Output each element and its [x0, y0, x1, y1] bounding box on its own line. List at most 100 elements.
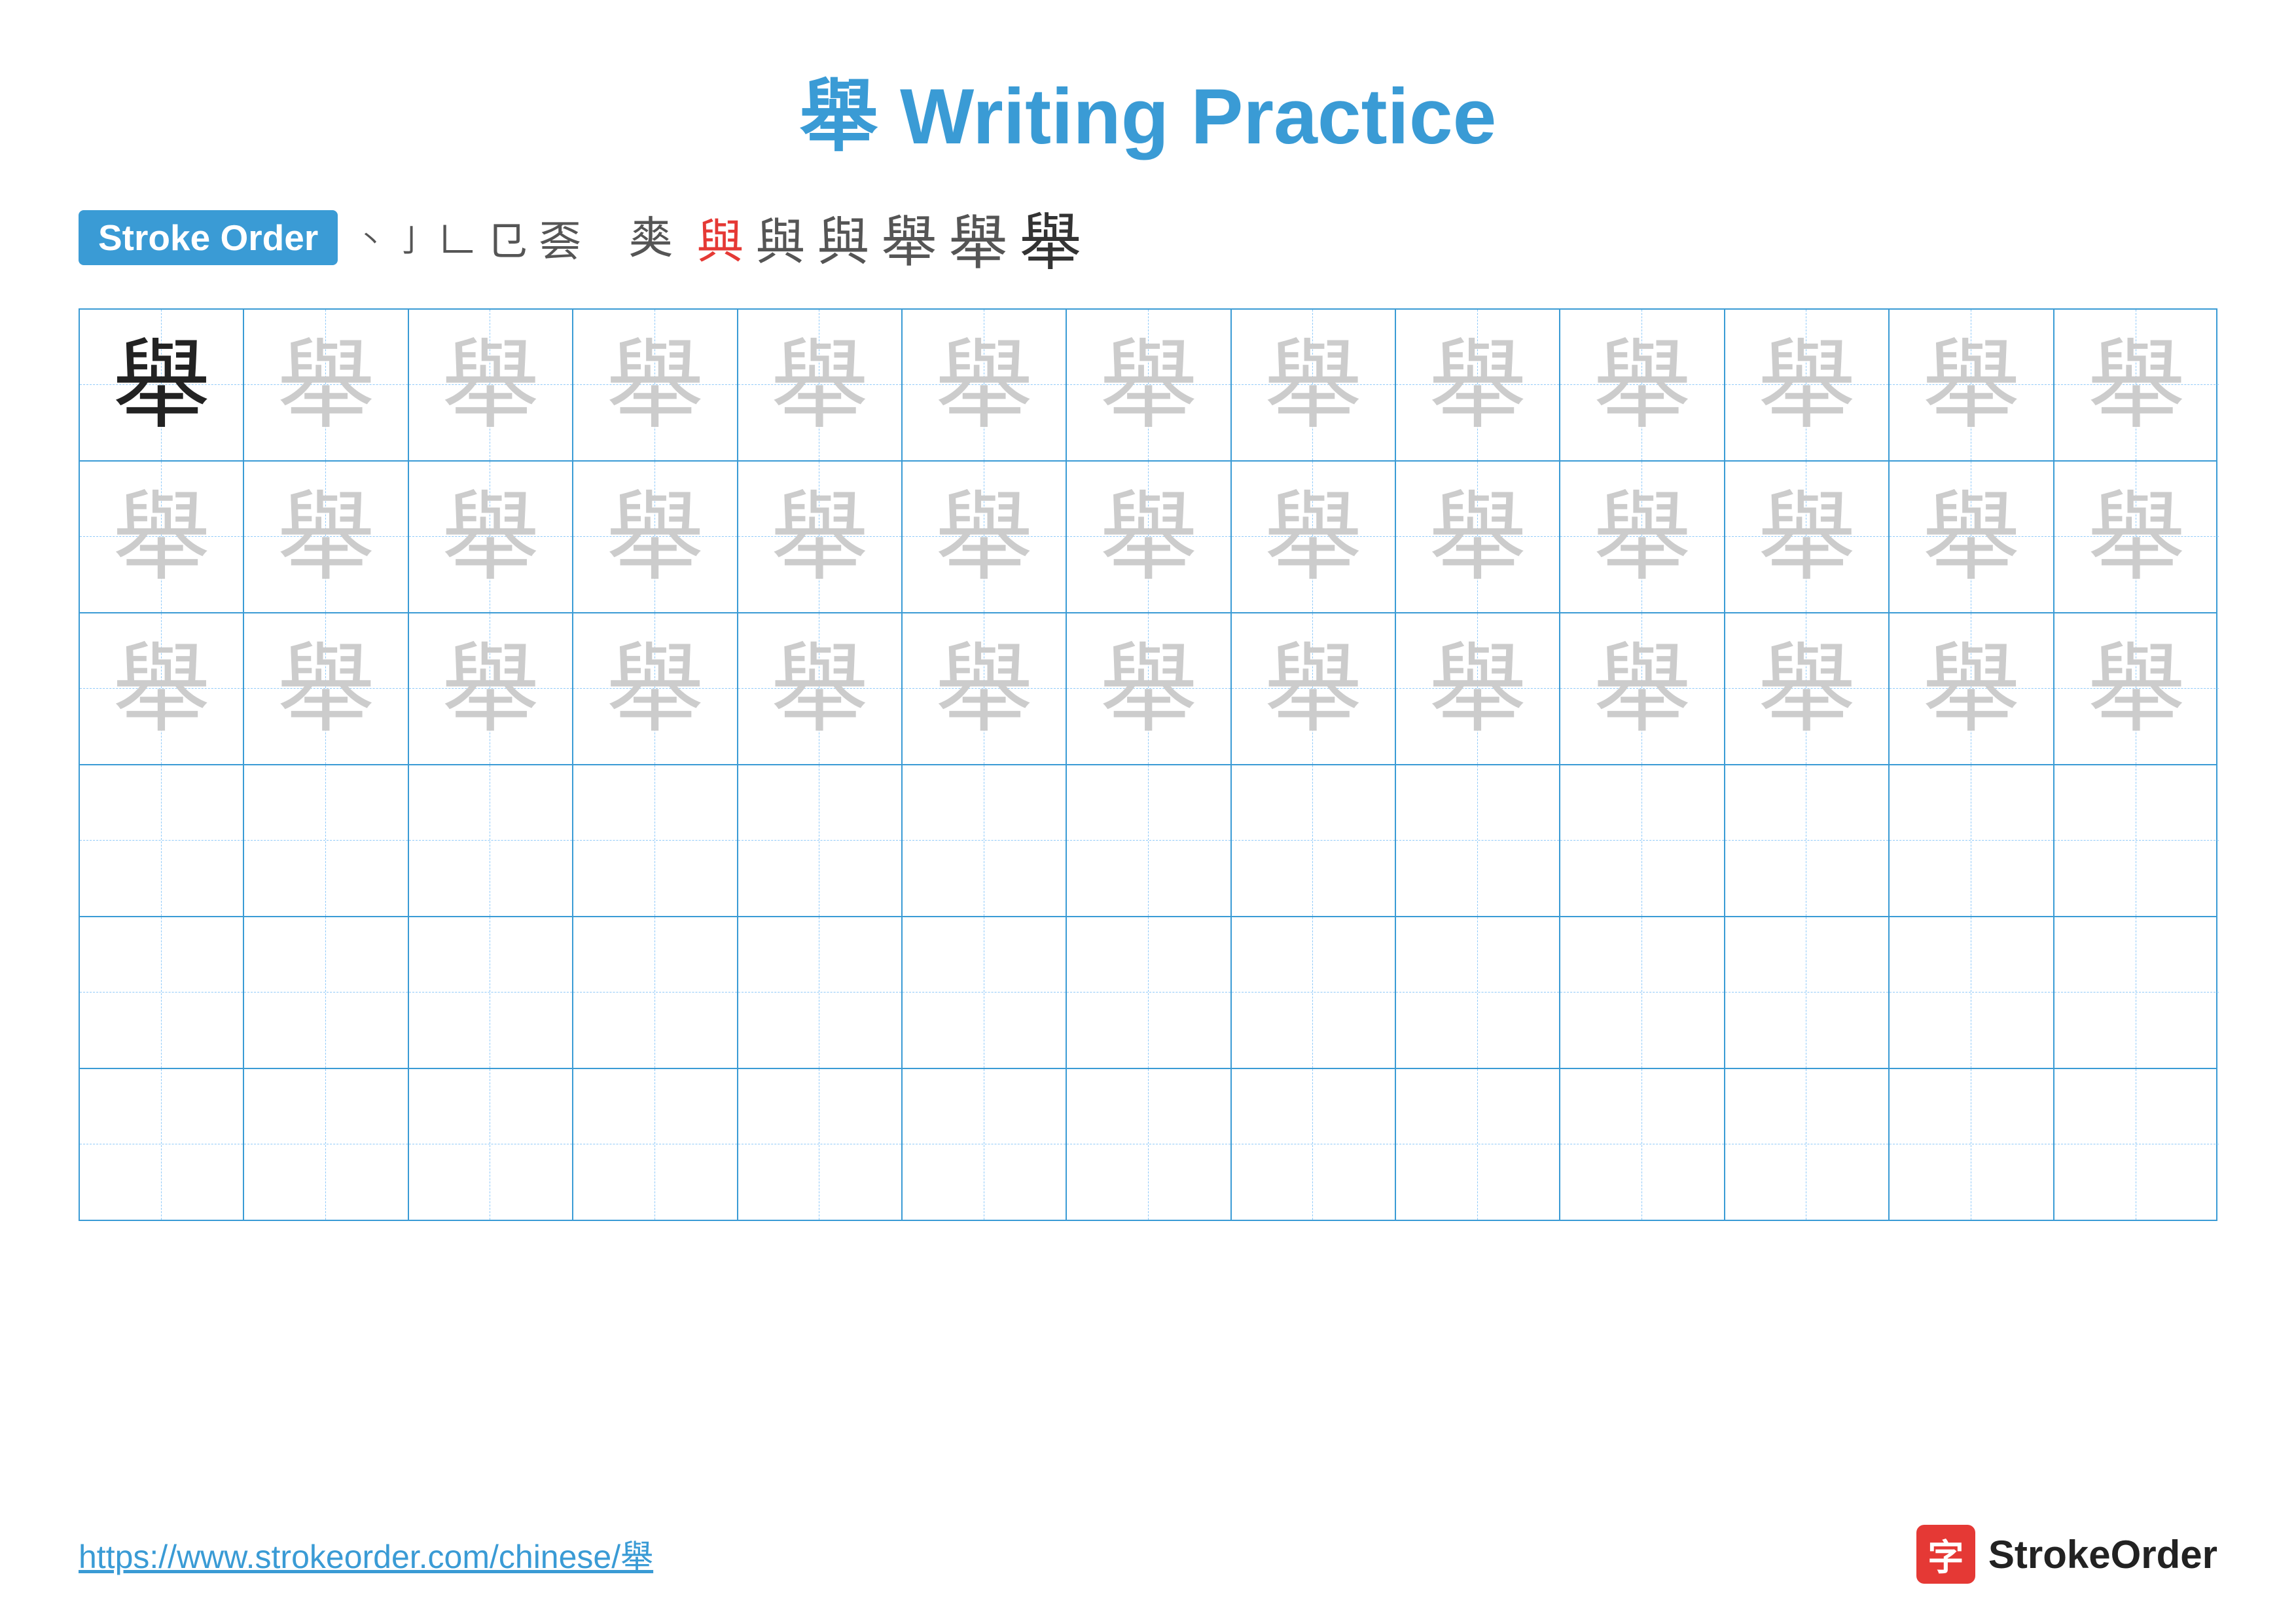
- grid-cell-r1c6: 舉: [903, 310, 1067, 460]
- grid-cell-r4c9[interactable]: [1396, 765, 1560, 916]
- char-light: 舉: [277, 336, 375, 434]
- grid-cell-r4c11[interactable]: [1725, 765, 1890, 916]
- grid-cell-r4c4[interactable]: [573, 765, 738, 916]
- stroke-5: 𠀾: [539, 207, 581, 268]
- stroke-15: 舉: [948, 195, 1007, 280]
- grid-cell-r5c1[interactable]: [80, 917, 244, 1068]
- grid-row-6: [80, 1069, 2216, 1220]
- grid-cell-r4c7[interactable]: [1067, 765, 1231, 916]
- grid-cell-r1c10: 舉: [1560, 310, 1725, 460]
- grid-cell-r3c10: 舉: [1560, 613, 1725, 764]
- char-light: 舉: [1264, 336, 1362, 434]
- page-title: 舉 Writing Practice: [0, 0, 2296, 192]
- grid-cell-r2c13: 舉: [2054, 462, 2219, 612]
- grid-cell-r6c6[interactable]: [903, 1069, 1067, 1220]
- char-light: 舉: [606, 336, 704, 434]
- grid-cell-r4c13[interactable]: [2054, 765, 2219, 916]
- grid-cell-r3c11: 舉: [1725, 613, 1890, 764]
- practice-grid: 舉 舉 舉 舉 舉 舉 舉 舉 舉 舉 舉 舉: [79, 308, 2217, 1221]
- title-label: Writing Practice: [900, 73, 1496, 160]
- footer-logo: 字 StrokeOrder: [1916, 1525, 2217, 1584]
- footer: https://www.strokeorder.com/chinese/舉 字 …: [79, 1525, 2217, 1584]
- grid-cell-r4c12[interactable]: [1890, 765, 2054, 916]
- grid-cell-r2c6: 舉: [903, 462, 1067, 612]
- grid-cell-r6c4[interactable]: [573, 1069, 738, 1220]
- grid-cell-r6c11[interactable]: [1725, 1069, 1890, 1220]
- grid-cell-r6c1[interactable]: [80, 1069, 244, 1220]
- grid-cell-r5c3[interactable]: [409, 917, 573, 1068]
- grid-cell-r3c4: 舉: [573, 613, 738, 764]
- grid-cell-r2c8: 舉: [1232, 462, 1396, 612]
- grid-cell-r5c7[interactable]: [1067, 917, 1231, 1068]
- grid-row-5: [80, 917, 2216, 1069]
- grid-cell-r2c10: 舉: [1560, 462, 1725, 612]
- logo-char: 字: [1928, 1528, 1964, 1580]
- grid-cell-r1c11: 舉: [1725, 310, 1890, 460]
- grid-cell-r5c2[interactable]: [244, 917, 408, 1068]
- grid-cell-r4c10[interactable]: [1560, 765, 1725, 916]
- stroke-order-badge: Stroke Order: [79, 210, 338, 265]
- char-light: 舉: [1922, 336, 2020, 434]
- char-dark: 舉: [113, 336, 211, 434]
- grid-cell-r6c3[interactable]: [409, 1069, 573, 1220]
- stroke-3: 𠃊: [439, 211, 475, 264]
- grid-cell-r6c2[interactable]: [244, 1069, 408, 1220]
- grid-cell-r3c12: 舉: [1890, 613, 2054, 764]
- char-light: 舉: [1757, 336, 1856, 434]
- footer-url[interactable]: https://www.strokeorder.com/chinese/舉: [79, 1531, 653, 1578]
- grid-cell-r5c10[interactable]: [1560, 917, 1725, 1068]
- grid-cell-r5c4[interactable]: [573, 917, 738, 1068]
- grid-cell-r3c8: 舉: [1232, 613, 1396, 764]
- grid-cell-r3c7: 舉: [1067, 613, 1231, 764]
- grid-cell-r4c3[interactable]: [409, 765, 573, 916]
- stroke-sequence: 丶 亅 𠃊 㔾 𠀾 𠁀 𠁃 𠁇 𠁊 𠁍 與 與 與 舉 舉 舉: [357, 192, 1081, 282]
- grid-cell-r5c13[interactable]: [2054, 917, 2219, 1068]
- char-light: 舉: [1593, 336, 1691, 434]
- char-light: 舉: [2087, 336, 2185, 434]
- grid-cell-r4c6[interactable]: [903, 765, 1067, 916]
- grid-row-4: [80, 765, 2216, 917]
- grid-cell-r6c12[interactable]: [1890, 1069, 2054, 1220]
- grid-cell-r2c7: 舉: [1067, 462, 1231, 612]
- stroke-12: 與: [755, 202, 805, 274]
- grid-cell-r4c5[interactable]: [738, 765, 903, 916]
- grid-cell-r6c9[interactable]: [1396, 1069, 1560, 1220]
- grid-cell-r5c5[interactable]: [738, 917, 903, 1068]
- grid-cell-r5c11[interactable]: [1725, 917, 1890, 1068]
- grid-cell-r6c8[interactable]: [1232, 1069, 1396, 1220]
- strokeorder-logo-icon: 字: [1916, 1525, 1975, 1584]
- grid-cell-r3c9: 舉: [1396, 613, 1560, 764]
- grid-cell-r1c8: 舉: [1232, 310, 1396, 460]
- grid-cell-r4c2[interactable]: [244, 765, 408, 916]
- grid-cell-r6c10[interactable]: [1560, 1069, 1725, 1220]
- grid-cell-r4c8[interactable]: [1232, 765, 1396, 916]
- grid-cell-r6c7[interactable]: [1067, 1069, 1231, 1220]
- grid-cell-r1c1: 舉: [80, 310, 244, 460]
- grid-cell-r5c6[interactable]: [903, 917, 1067, 1068]
- stroke-11: 與: [696, 203, 744, 272]
- grid-cell-r2c12: 舉: [1890, 462, 2054, 612]
- char-light: 舉: [1100, 336, 1198, 434]
- grid-cell-r2c2: 舉: [244, 462, 408, 612]
- stroke-16: 舉: [1019, 192, 1081, 282]
- grid-cell-r1c4: 舉: [573, 310, 738, 460]
- grid-cell-r2c11: 舉: [1725, 462, 1890, 612]
- grid-cell-r2c3: 舉: [409, 462, 573, 612]
- grid-cell-r6c5[interactable]: [738, 1069, 903, 1220]
- title-character: 舉: [800, 73, 878, 160]
- grid-cell-r5c9[interactable]: [1396, 917, 1560, 1068]
- grid-cell-r2c5: 舉: [738, 462, 903, 612]
- stroke-13: 與: [817, 200, 869, 276]
- grid-cell-r2c9: 舉: [1396, 462, 1560, 612]
- grid-cell-r3c3: 舉: [409, 613, 573, 764]
- grid-cell-r2c1: 舉: [80, 462, 244, 612]
- grid-cell-r6c13[interactable]: [2054, 1069, 2219, 1220]
- grid-cell-r4c1[interactable]: [80, 765, 244, 916]
- grid-cell-r5c12[interactable]: [1890, 917, 2054, 1068]
- stroke-1: 丶: [357, 219, 384, 257]
- grid-cell-r5c8[interactable]: [1232, 917, 1396, 1068]
- grid-cell-r1c12: 舉: [1890, 310, 2054, 460]
- grid-row-1: 舉 舉 舉 舉 舉 舉 舉 舉 舉 舉 舉 舉: [80, 310, 2216, 462]
- stroke-14: 舉: [881, 197, 937, 278]
- grid-cell-r3c6: 舉: [903, 613, 1067, 764]
